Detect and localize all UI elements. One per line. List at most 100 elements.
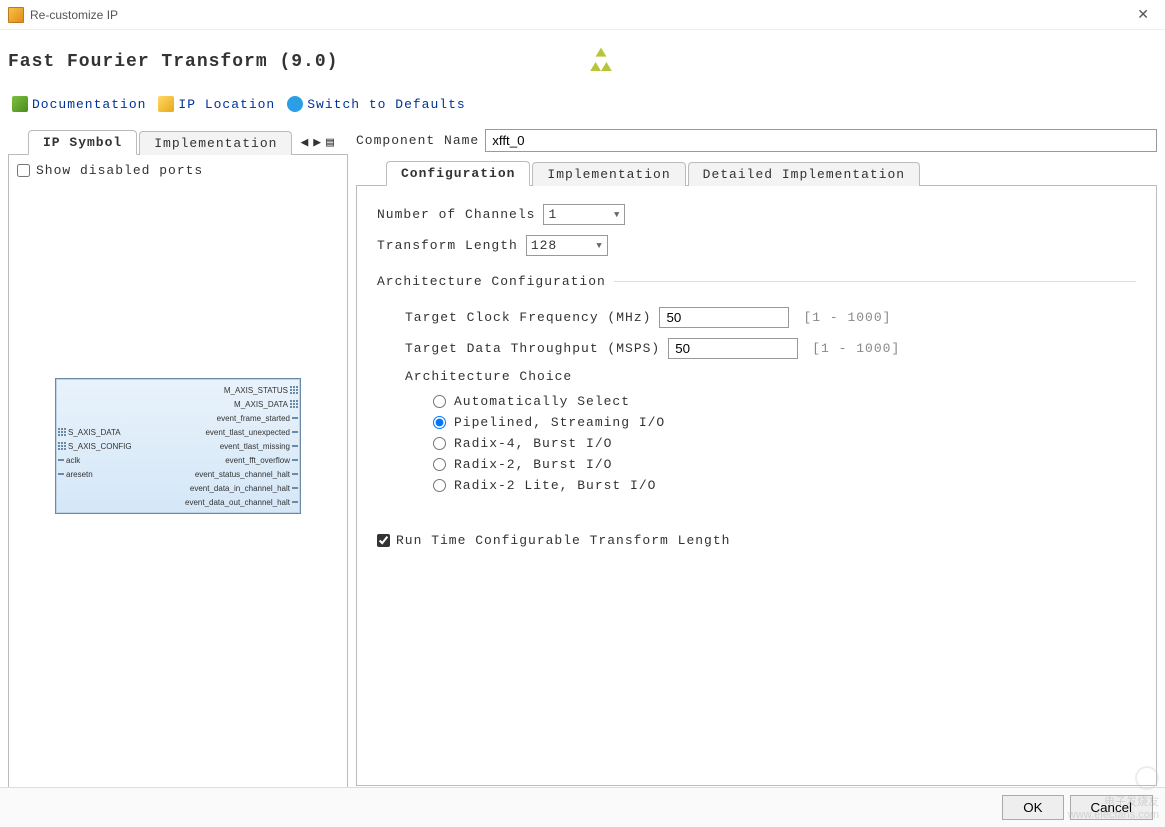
port-label: S_AXIS_DATA [68,428,121,437]
port-label: event_tlast_missing [220,442,290,451]
tab-ip-symbol[interactable]: IP Symbol [28,130,137,155]
target-clock-label: Target Clock Frequency (MHz) [405,310,651,325]
tab-configuration[interactable]: Configuration [386,161,530,186]
num-channels-value: 1 [548,207,557,222]
transform-length-label: Transform Length [377,238,518,253]
port-pin-icon [292,445,298,447]
xilinx-logo-icon [583,44,1158,80]
dialog-footer: OK Cancel [0,787,1165,827]
tab-next-icon[interactable]: ▶ [313,135,322,150]
radio-radix2[interactable] [433,458,446,471]
runtime-config-checkbox[interactable] [377,534,390,547]
documentation-label: Documentation [32,97,146,112]
page-title: Fast Fourier Transform (9.0) [8,52,583,72]
port-label: aresetn [66,470,93,479]
runtime-config-row[interactable]: Run Time Configurable Transform Length [377,533,1136,548]
port-pin-icon [58,473,64,475]
documentation-link[interactable]: Documentation [8,94,150,114]
bus-port-icon [58,428,66,436]
arch-radix2-label: Radix-2, Burst I/O [454,457,612,472]
arch-choice-heading: Architecture Choice [405,369,1136,384]
component-name-label: Component Name [356,133,479,148]
port-pin-icon [292,459,298,461]
arch-option-pipelined[interactable]: Pipelined, Streaming I/O [433,415,1136,430]
folder-icon [158,96,174,112]
ip-symbol-view: M_AXIS_STATUS M_AXIS_DATA event_frame_st… [17,378,339,514]
arch-auto-label: Automatically Select [454,394,630,409]
ip-location-link[interactable]: IP Location [154,94,279,114]
port-label: M_AXIS_DATA [234,400,288,409]
transform-length-value: 128 [531,238,557,253]
tab-nav-arrows: ◀ ▶ ▤ [300,135,334,154]
port-label: event_data_out_channel_halt [185,498,290,507]
right-tab-row: Configuration Implementation Detailed Im… [356,160,1157,186]
show-disabled-ports-row[interactable]: Show disabled ports [17,163,339,178]
port-pin-icon [292,417,298,419]
tab-prev-icon[interactable]: ◀ [300,135,309,150]
configuration-panel: Number of Channels 1 ▼ Transform Length … [356,186,1157,786]
target-throughput-input[interactable] [668,338,798,359]
ok-button[interactable]: OK [1002,795,1063,820]
bus-port-icon [58,442,66,450]
port-pin-icon [292,431,298,433]
arch-option-radix4[interactable]: Radix-4, Burst I/O [433,436,1136,451]
radio-auto[interactable] [433,395,446,408]
port-label: event_frame_started [217,414,290,423]
doc-icon [12,96,28,112]
port-label: event_fft_overflow [225,456,290,465]
switch-defaults-label: Switch to Defaults [307,97,465,112]
component-name-input[interactable] [485,129,1157,152]
port-pin-icon [58,459,64,461]
arch-option-radix2lite[interactable]: Radix-2 Lite, Burst I/O [433,478,1136,493]
port-pin-icon [292,473,298,475]
target-throughput-label: Target Data Throughput (MSPS) [405,341,660,356]
num-channels-select[interactable]: 1 ▼ [543,204,625,225]
port-pin-icon [292,501,298,503]
num-channels-label: Number of Channels [377,207,535,222]
port-label: M_AXIS_STATUS [224,386,288,395]
show-disabled-ports-checkbox[interactable] [17,164,30,177]
runtime-config-label: Run Time Configurable Transform Length [396,533,730,548]
arch-pipelined-label: Pipelined, Streaming I/O [454,415,665,430]
switch-defaults-link[interactable]: Switch to Defaults [283,94,469,114]
refresh-icon [287,96,303,112]
port-label: event_tlast_unexpected [205,428,290,437]
arch-option-radix2[interactable]: Radix-2, Burst I/O [433,457,1136,472]
close-icon[interactable]: ✕ [1129,6,1157,23]
port-label: event_data_in_channel_halt [190,484,290,493]
target-clock-input[interactable] [659,307,789,328]
port-label: aclk [66,456,80,465]
ip-title-row: Fast Fourier Transform (9.0) [0,30,1165,90]
port-pin-icon [292,487,298,489]
chevron-down-icon: ▼ [614,210,620,220]
transform-length-select[interactable]: 128 ▼ [526,235,608,256]
arch-config-heading: Architecture Configuration [377,274,614,289]
tab-implementation-right[interactable]: Implementation [532,162,685,186]
tab-list-icon[interactable]: ▤ [326,135,335,150]
toolbar: Documentation IP Location Switch to Defa… [0,90,1165,123]
target-throughput-range: [1 - 1000] [812,341,900,356]
left-tab-row: IP Symbol Implementation ◀ ▶ ▤ [8,129,348,155]
radio-radix4[interactable] [433,437,446,450]
port-label: S_AXIS_CONFIG [68,442,132,451]
cancel-button[interactable]: Cancel [1070,795,1154,820]
titlebar: Re-customize IP ✕ [0,0,1165,30]
ip-location-label: IP Location [178,97,275,112]
arch-radix4-label: Radix-4, Burst I/O [454,436,612,451]
arch-radix2lite-label: Radix-2 Lite, Burst I/O [454,478,656,493]
left-pane: IP Symbol Implementation ◀ ▶ ▤ Show disa… [8,129,348,825]
left-body: Show disabled ports M_AXIS_STATUS M_AXIS… [8,155,348,825]
show-disabled-ports-label: Show disabled ports [36,163,203,178]
chevron-down-icon: ▼ [596,241,602,251]
target-clock-range: [1 - 1000] [803,310,891,325]
tab-detailed-implementation[interactable]: Detailed Implementation [688,162,920,186]
component-name-row: Component Name [356,129,1157,160]
bus-port-icon [290,386,298,394]
port-label: event_status_channel_halt [195,470,290,479]
tab-implementation-left[interactable]: Implementation [139,131,292,155]
arch-option-auto[interactable]: Automatically Select [433,394,1136,409]
window-title: Re-customize IP [30,8,1129,22]
radio-pipelined[interactable] [433,416,446,429]
right-pane: Component Name Configuration Implementat… [356,129,1157,825]
radio-radix2lite[interactable] [433,479,446,492]
